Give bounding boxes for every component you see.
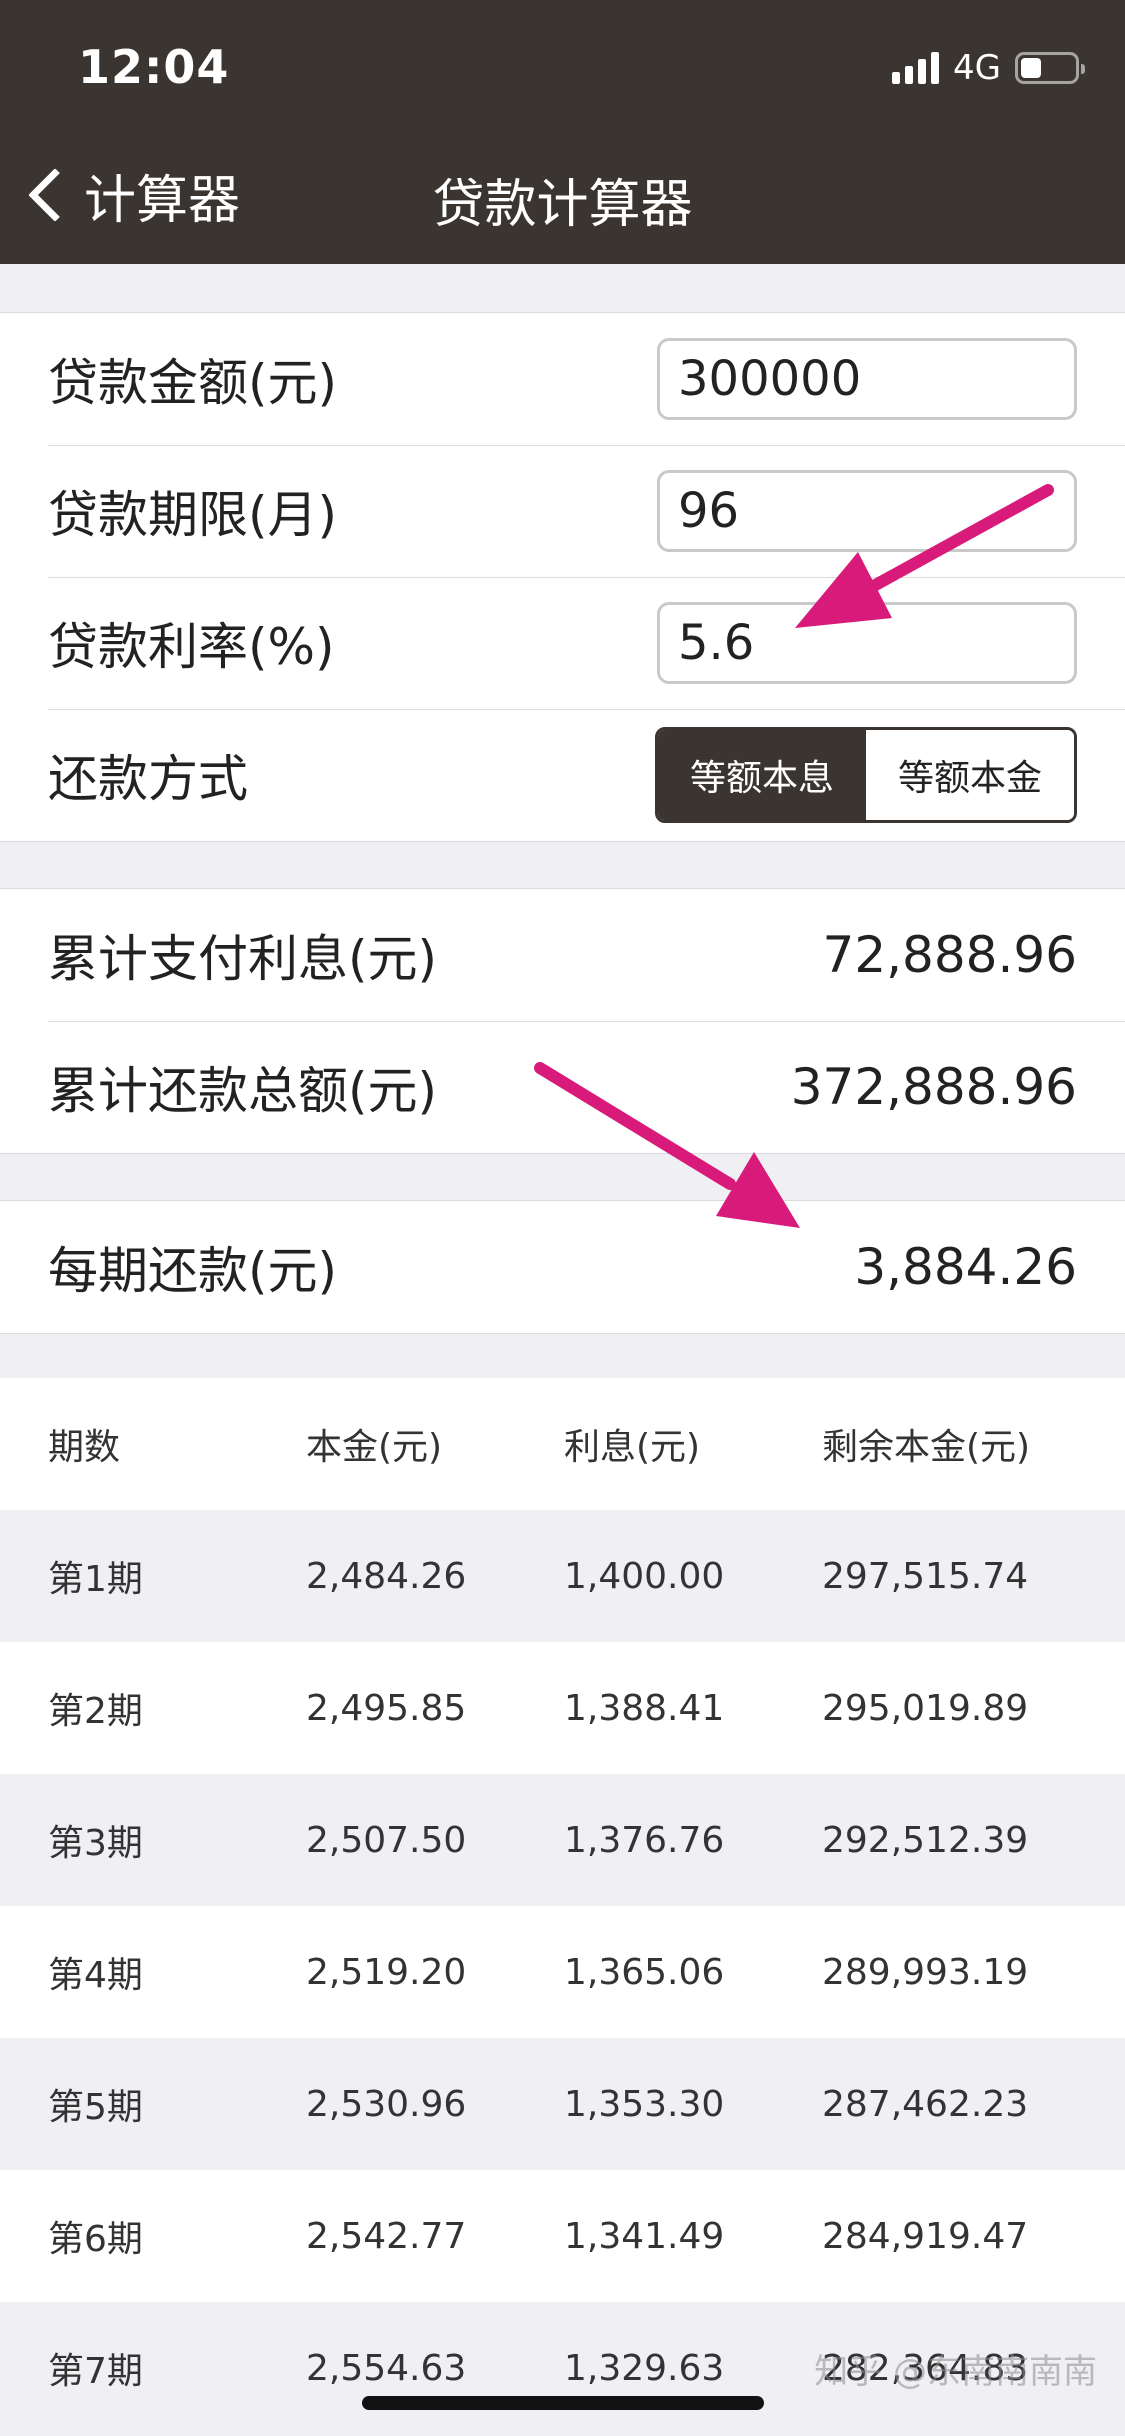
header-principal: 本金(元)	[306, 1427, 443, 1468]
total-interest-row: 累计支付利息(元) 72,888.96	[0, 889, 1125, 1021]
period-cell: 第5期	[48, 2087, 143, 2128]
total-repayment-label: 累计还款总额(元)	[48, 1062, 438, 1120]
status-indicators: 4G	[892, 46, 1085, 90]
interest-cell: 1,388.41	[564, 1687, 725, 1729]
remaining-principal-cell: 284,919.47	[822, 2215, 1029, 2257]
network-type: 4G	[953, 48, 1001, 88]
interest-cell: 1,329.63	[564, 2347, 725, 2389]
loan-term-input[interactable]	[657, 470, 1077, 552]
equal-installment-option[interactable]: 等额本息	[658, 730, 866, 820]
table-row: 第3期 2,507.50 1,376.76 292,512.39	[0, 1774, 1125, 1906]
monthly-payment-row: 每期还款(元) 3,884.26	[0, 1201, 1125, 1333]
loan-amount-row: 贷款金额(元)	[0, 313, 1125, 445]
remaining-principal-cell: 287,462.23	[822, 2083, 1029, 2125]
battery-icon	[1015, 52, 1085, 84]
signal-icon	[892, 52, 940, 84]
table-row: 第4期 2,519.20 1,365.06 289,993.19	[0, 1906, 1125, 2038]
table-row: 第1期 2,484.26 1,400.00 297,515.74	[0, 1510, 1125, 1642]
repayment-schedule-table: 期数 本金(元) 利息(元) 剩余本金(元) 第1期 2,484.26 1,400.…	[0, 1378, 1125, 2434]
interest-cell: 1,353.30	[564, 2083, 725, 2125]
header-interest: 利息(元)	[564, 1427, 701, 1468]
remaining-principal-cell: 292,512.39	[822, 1819, 1029, 1861]
remaining-principal-cell: 297,515.74	[822, 1555, 1029, 1597]
total-interest-value: 72,888.96	[822, 926, 1077, 984]
principal-cell: 2,554.63	[306, 2347, 467, 2389]
equal-principal-option[interactable]: 等额本金	[866, 730, 1074, 820]
header-period: 期数	[48, 1427, 121, 1468]
interest-cell: 1,376.76	[564, 1819, 725, 1861]
summary-section: 累计支付利息(元) 72,888.96 累计还款总额(元) 372,888.96	[0, 888, 1125, 1154]
principal-cell: 2,495.85	[306, 1687, 467, 1729]
table-header-row: 期数 本金(元) 利息(元) 剩余本金(元)	[0, 1378, 1125, 1510]
table-row: 第5期 2,530.96 1,353.30 287,462.23	[0, 2038, 1125, 2170]
table-row: 第2期 2,495.85 1,388.41 295,019.89	[0, 1642, 1125, 1774]
principal-cell: 2,519.20	[306, 1951, 467, 1993]
loan-amount-label: 贷款金额(元)	[48, 354, 338, 412]
interest-cell: 1,341.49	[564, 2215, 725, 2257]
table-row: 第6期 2,542.77 1,341.49 284,919.47	[0, 2170, 1125, 2302]
loan-term-label: 贷款期限(月)	[48, 486, 338, 544]
total-interest-label: 累计支付利息(元)	[48, 930, 438, 988]
loan-term-row: 贷款期限(月)	[0, 445, 1125, 577]
loan-rate-row: 贷款利率(%)	[0, 577, 1125, 709]
home-indicator	[362, 2396, 764, 2410]
interest-cell: 1,365.06	[564, 1951, 725, 1993]
loan-amount-input[interactable]	[657, 338, 1077, 420]
monthly-payment-section: 每期还款(元) 3,884.26	[0, 1200, 1125, 1334]
period-cell: 第6期	[48, 2219, 143, 2260]
page-title: 贷款计算器	[432, 175, 693, 235]
principal-cell: 2,484.26	[306, 1555, 467, 1597]
remaining-principal-cell: 295,019.89	[822, 1687, 1029, 1729]
remaining-principal-cell: 289,993.19	[822, 1951, 1029, 1993]
navigation-bar: 12:04 4G 计算器 贷款计算器	[0, 0, 1125, 264]
monthly-payment-value: 3,884.26	[854, 1238, 1077, 1296]
principal-cell: 2,542.77	[306, 2215, 467, 2257]
repayment-method-row: 还款方式 等额本息 等额本金	[0, 709, 1125, 841]
repayment-method-label: 还款方式	[48, 750, 248, 808]
principal-cell: 2,530.96	[306, 2083, 467, 2125]
header-remaining-principal: 剩余本金(元)	[822, 1427, 1031, 1468]
principal-cell: 2,507.50	[306, 1819, 467, 1861]
interest-cell: 1,400.00	[564, 1555, 725, 1597]
repayment-method-segmented-control: 等额本息 等额本金	[655, 727, 1077, 823]
period-cell: 第1期	[48, 1559, 143, 1600]
total-repayment-row: 累计还款总额(元) 372,888.96	[0, 1021, 1125, 1153]
period-cell: 第2期	[48, 1691, 143, 1732]
watermark: 知乎 @东南南南南	[814, 2352, 1097, 2392]
period-cell: 第3期	[48, 1823, 143, 1864]
period-cell: 第7期	[48, 2351, 143, 2392]
loan-rate-input[interactable]	[657, 602, 1077, 684]
status-time: 12:04	[78, 40, 230, 94]
monthly-payment-label: 每期还款(元)	[48, 1242, 338, 1300]
loan-input-section: 贷款金额(元) 贷款期限(月) 贷款利率(%) 还款方式 等额本息 等额本金	[0, 312, 1125, 842]
total-repayment-value: 372,888.96	[790, 1058, 1077, 1116]
period-cell: 第4期	[48, 1955, 143, 1996]
loan-rate-label: 贷款利率(%)	[48, 618, 335, 676]
